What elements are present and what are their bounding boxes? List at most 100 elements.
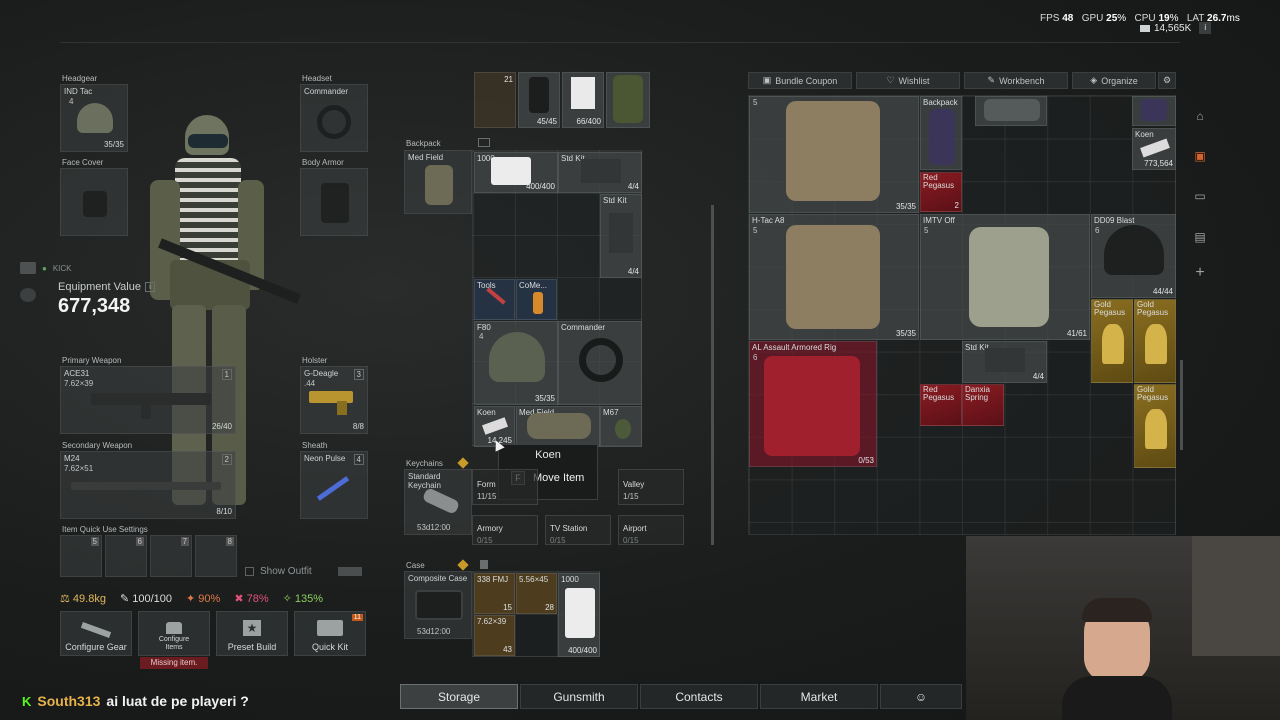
nav-market[interactable]: Market [760,684,878,709]
holster-slot[interactable]: G-Deagle .44 3 8/8 [300,366,368,434]
info-icon[interactable]: i [144,282,155,292]
location-airport[interactable]: Airport 0/15 [618,515,684,545]
nav-contacts[interactable]: Contacts [640,684,758,709]
character-model [150,110,301,510]
storage-koen[interactable]: Koen 773,564 [1132,128,1176,170]
item-tools[interactable]: Tools [474,279,515,320]
wishlist-tab[interactable]: ♡ Wishlist [856,72,960,89]
configure-items-button[interactable]: Configure Items [138,611,210,656]
storage-htac-a8[interactable]: H-Tac A8 5 35/35 [749,214,919,340]
top-item-4[interactable] [606,72,650,128]
equipment-value-amount: 677,348 [58,295,131,317]
face-cover-slot[interactable] [60,168,128,236]
primary-weapon-slot[interactable]: ACE31 7.62×39 1 26/40 [60,366,236,434]
case-item-1000[interactable]: 1000 400/400 [558,573,600,657]
location-tv-station[interactable]: TV Station 0/15 [545,515,611,545]
stat-4: ✧ 135% [282,593,324,605]
item-1000[interactable]: 1000 400/400 [474,152,558,193]
chat-username: South313 [37,693,101,709]
backpack-scrollbar[interactable] [711,205,714,545]
headgear-slot[interactable]: IND Tac 4 35/35 [60,84,128,152]
body-armor-slot[interactable] [300,168,368,236]
item-f80-helmet[interactable]: F80 4 35/35 [474,321,558,405]
case-slot[interactable]: Composite Case 53d12:00 [404,571,472,639]
show-outfit[interactable]: Show Outfit [245,566,362,577]
keychain-locations: Form 11/15 Valley 1/15 Armory 0/15 TV Stati… [472,469,686,547]
add-icon[interactable]: + [1189,262,1211,284]
nav-friends[interactable]: ☺ [880,684,962,709]
keychains-title: Keychains [406,459,443,468]
top-item-1[interactable]: 21 [474,72,516,128]
storage-imtv[interactable]: IMTV Off 5 41/61 [920,214,1090,340]
location-armory[interactable]: Armory 0/15 [472,515,538,545]
storage-gold-pegasus-2[interactable]: Gold Pegasus [1134,299,1176,383]
quick-slot-8[interactable]: 8 [195,535,237,577]
case-item-762[interactable]: 7.62×39 43 [474,615,515,656]
storage-al-assault-rig[interactable]: AL Assault Armored Rig 6 0/53 [749,341,877,467]
top-item-3[interactable]: 66/400 [562,72,604,128]
avatar [20,262,36,274]
squad-member[interactable]: ● KICK [20,262,72,274]
nav-storage[interactable]: Storage [400,684,518,709]
equipment-value: Equipment Value i 677,348 [58,281,155,318]
storage-unknown-1[interactable] [975,96,1047,126]
storage-side-icon[interactable]: ▣ [1189,145,1211,167]
vehicle-icon[interactable]: ▭ [1189,185,1211,207]
keychain-slot[interactable]: Standard Keychain 53d12:00 [404,469,472,535]
coupon-icon: ▣ [762,75,772,85]
sheath-slot[interactable]: Neon Pulse 4 [300,451,368,519]
rifle-icon [80,622,112,638]
organize-tab[interactable]: ◈ Organize [1072,72,1156,89]
case-lock-icon[interactable] [480,560,488,569]
storage-gold-pegasus-3[interactable]: Gold Pegasus [1134,384,1176,468]
backpack-slot[interactable]: Med Field [404,150,472,214]
fps-value: 48 [1062,13,1074,24]
case-item-338[interactable]: 338 FMJ 15 [474,573,515,614]
secondary-weapon-slot[interactable]: M24 7.62×51 2 8/10 [60,451,236,519]
item-std-kit-1[interactable]: Std Kit 4/4 [558,152,642,193]
quick-kit-button[interactable]: 11 Quick Kit [294,611,366,656]
settings-tab[interactable]: ⚙ [1158,72,1176,89]
home-icon[interactable]: ⌂ [1189,105,1211,127]
storage-red-pegasus-1[interactable]: Red Pegasus 2 [920,172,962,212]
case-item-556[interactable]: 5.56×45 28 [516,573,557,614]
show-outfit-toggle[interactable] [337,567,362,576]
avatar-2 [20,288,36,302]
item-m67[interactable]: M67 [600,406,642,447]
configure-gear-button[interactable]: Configure Gear [60,611,132,656]
storage-scrollbar[interactable] [1180,360,1183,450]
kick-label[interactable]: KICK [53,264,72,273]
backpack-icon [425,165,453,205]
storage-backpack[interactable]: Backpack [920,96,962,170]
headset-slot[interactable]: Commander [300,84,368,152]
webcam-overlay [966,536,1280,720]
sheath-title: Sheath [302,441,328,450]
workbench-tab[interactable]: ✎ Workbench [964,72,1068,89]
bundle-coupon-tab[interactable]: ▣ Bundle Coupon [748,72,852,89]
quick-slot-6[interactable]: 6 [105,535,147,577]
backpack-lock-icon[interactable] [478,138,490,147]
storage-unknown-2[interactable] [1132,96,1176,126]
storage-red-pegasus-2[interactable]: Red Pegasus [920,384,962,426]
weight-stat: ⚖ 49.8kg [60,593,106,605]
storage-gold-pegasus-1[interactable]: Gold Pegasus [1091,299,1133,383]
preset-build-button[interactable]: ★ Preset Build [216,611,288,656]
nav-gunsmith[interactable]: Gunsmith [520,684,638,709]
container-icon[interactable]: ▤ [1189,226,1211,248]
storage-armor-1[interactable]: 5 35/35 [749,96,919,213]
headgear-count: 4 [69,97,74,106]
info-icon[interactable]: i [1199,22,1212,34]
top-item-2[interactable]: 45/45 [518,72,560,128]
storage-dd09-helmet[interactable]: DD09 Blast 6 44/44 [1091,214,1176,298]
item-med-field[interactable]: Med Field [516,406,600,447]
location-valley[interactable]: Valley 1/15 [618,469,684,505]
storage-std-kit[interactable]: Std Kit 4/4 [962,341,1047,383]
item-std-kit-2[interactable]: Std Kit 4/4 [600,194,642,278]
quick-slot-7[interactable]: 7 [150,535,192,577]
storage-danxia-spring[interactable]: Danxia Spring [962,384,1004,426]
quick-slot-5[interactable]: 5 [60,535,102,577]
item-commander-headset[interactable]: Commander [558,321,642,405]
location-form[interactable]: Form 11/15 [472,469,538,505]
missing-item-warning: Missing item. [140,657,208,669]
item-comet[interactable]: CoMe... [516,279,557,320]
